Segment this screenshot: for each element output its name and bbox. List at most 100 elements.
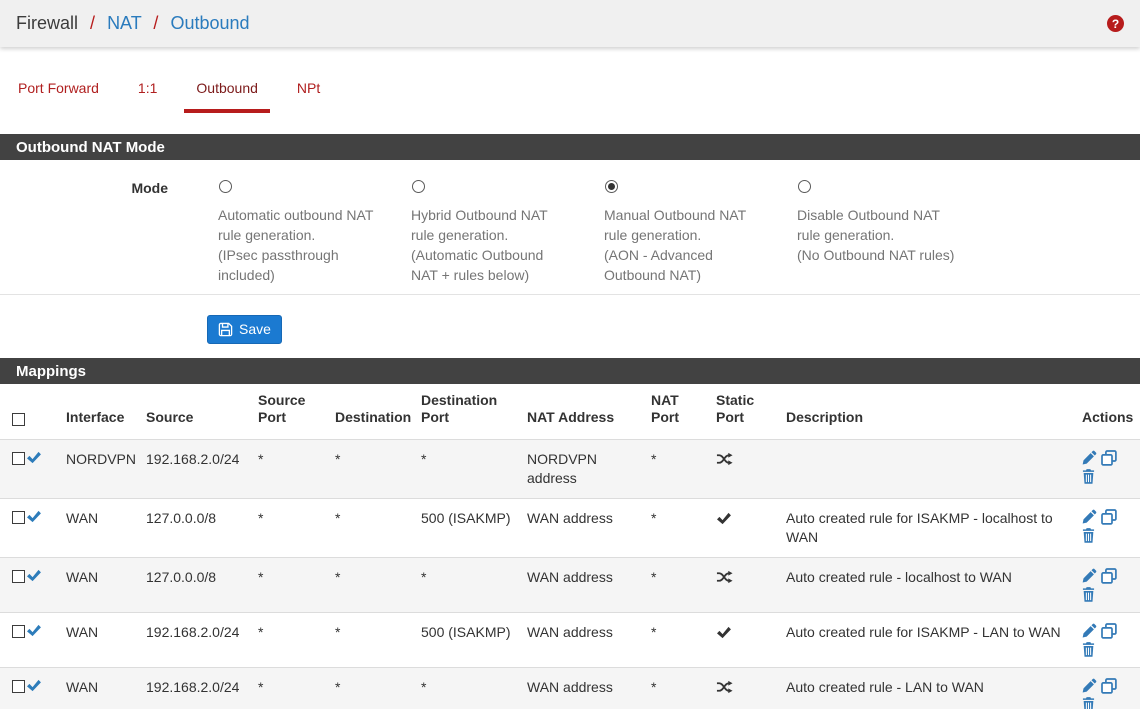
interface-cell: WAN [66, 613, 146, 668]
source-port-cell: * [258, 499, 335, 558]
rule-enabled-check-icon[interactable] [26, 679, 41, 695]
select-row-checkbox[interactable] [12, 511, 25, 524]
rule-enabled-cell[interactable] [26, 499, 66, 558]
copy-rule-icon[interactable] [1101, 509, 1117, 525]
static-port-cell [716, 499, 786, 558]
help-icon[interactable]: ? [1107, 15, 1124, 32]
source-port-cell: * [258, 668, 335, 709]
copy-rule-icon[interactable] [1101, 568, 1117, 584]
tab-outbound[interactable]: Outbound [184, 80, 270, 113]
interface-cell: WAN [66, 558, 146, 613]
rule-enabled-check-icon[interactable] [26, 451, 41, 467]
mode-radio-2[interactable] [605, 180, 618, 193]
mappings-panel: Mappings InterfaceSourceSource PortDesti… [0, 358, 1140, 709]
mappings-table: InterfaceSourceSource PortDestinationDes… [0, 384, 1140, 709]
interface-cell: WAN [66, 668, 146, 709]
row-actions [1082, 678, 1122, 709]
copy-rule-icon[interactable] [1101, 678, 1117, 694]
select-cell [0, 613, 26, 668]
column-header-description: Description [786, 384, 1082, 440]
select-cell [0, 558, 26, 613]
mode-radio-3[interactable] [798, 180, 811, 193]
select-row-checkbox[interactable] [12, 570, 25, 583]
description-cell: Auto created rule for ISAKMP - LAN to WA… [786, 613, 1082, 668]
static-port-cell [716, 440, 786, 499]
select-row-checkbox[interactable] [12, 680, 25, 693]
edit-rule-icon[interactable] [1082, 450, 1097, 466]
select-all-checkbox[interactable] [12, 413, 25, 426]
rule-enabled-cell[interactable] [26, 440, 66, 499]
actions-cell [1082, 558, 1140, 613]
row-actions [1082, 623, 1122, 657]
panel-title: Mappings [0, 358, 1140, 384]
column-header-nat-port: NAT Port [651, 384, 716, 440]
column-header-actions: Actions [1082, 384, 1140, 440]
select-row-checkbox[interactable] [12, 625, 25, 638]
source-cell: 192.168.2.0/24 [146, 613, 258, 668]
interface-cell: WAN [66, 499, 146, 558]
breadcrumb: Firewall / NAT / Outbound [16, 13, 250, 34]
static-port-check-icon [716, 512, 731, 528]
select-row-checkbox[interactable] [12, 452, 25, 465]
column-header-status [26, 384, 66, 440]
nat-address-cell: NORDVPN address [527, 440, 651, 499]
rule-enabled-cell[interactable] [26, 558, 66, 613]
edit-rule-icon[interactable] [1082, 623, 1097, 639]
copy-rule-icon[interactable] [1101, 450, 1117, 466]
rule-enabled-check-icon[interactable] [26, 624, 41, 640]
rule-enabled-cell[interactable] [26, 613, 66, 668]
description-cell: Auto created rule - localhost to WAN [786, 558, 1082, 613]
randomize-port-icon [716, 681, 733, 697]
tab-npt[interactable]: NPt [285, 80, 332, 113]
mode-option-1: Hybrid Outbound NATrule generation.(Auto… [399, 179, 592, 285]
outbound-nat-mode-panel: Outbound NAT Mode Mode Automatic outboun… [0, 134, 1140, 295]
rule-enabled-check-icon[interactable] [26, 569, 41, 585]
description-cell [786, 440, 1082, 499]
delete-rule-icon[interactable] [1082, 587, 1095, 602]
delete-rule-icon[interactable] [1082, 469, 1095, 484]
nat-address-cell: WAN address [527, 613, 651, 668]
edit-rule-icon[interactable] [1082, 568, 1097, 584]
destination-port-cell: * [421, 440, 527, 499]
mode-radio-1[interactable] [412, 180, 425, 193]
source-cell: 192.168.2.0/24 [146, 440, 258, 499]
tab-port-forward[interactable]: Port Forward [6, 80, 111, 113]
source-cell: 127.0.0.0/8 [146, 558, 258, 613]
destination-cell: * [335, 558, 421, 613]
edit-rule-icon[interactable] [1082, 678, 1097, 694]
top-header-bar: Firewall / NAT / Outbound ? [0, 0, 1140, 47]
delete-rule-icon[interactable] [1082, 697, 1095, 709]
edit-rule-icon[interactable] [1082, 509, 1097, 525]
rule-enabled-check-icon[interactable] [26, 510, 41, 526]
nat-address-cell: WAN address [527, 499, 651, 558]
nat-tabs: Port Forward 1:1 Outbound NPt [0, 47, 1140, 113]
breadcrumb-separator: / [153, 13, 158, 33]
breadcrumb-link-nat[interactable]: NAT [107, 13, 141, 33]
destination-cell: * [335, 613, 421, 668]
row-actions [1082, 568, 1122, 602]
mapping-row-3: WAN192.168.2.0/24**500 (ISAKMP)WAN addre… [0, 613, 1140, 668]
rule-enabled-cell[interactable] [26, 668, 66, 709]
nat-port-cell: * [651, 440, 716, 499]
mapping-row-0: NORDVPN192.168.2.0/24***NORDVPN address* [0, 440, 1140, 499]
save-button[interactable]: Save [207, 315, 282, 344]
mode-options: Automatic outbound NATrule generation.(I… [168, 179, 978, 285]
static-port-cell [716, 558, 786, 613]
delete-rule-icon[interactable] [1082, 642, 1095, 657]
destination-port-cell: 500 (ISAKMP) [421, 613, 527, 668]
mode-option-caption: Disable Outbound NATrule generation.(No … [797, 205, 975, 265]
actions-cell [1082, 668, 1140, 709]
breadcrumb-link-outbound[interactable]: Outbound [170, 13, 249, 33]
copy-rule-icon[interactable] [1101, 623, 1117, 639]
mode-radio-0[interactable] [219, 180, 232, 193]
column-header-interface: Interface [66, 384, 146, 440]
source-port-cell: * [258, 613, 335, 668]
source-port-cell: * [258, 558, 335, 613]
column-header-source-port: Source Port [258, 384, 335, 440]
nat-port-cell: * [651, 668, 716, 709]
destination-cell: * [335, 668, 421, 709]
delete-rule-icon[interactable] [1082, 528, 1095, 543]
static-port-check-icon [716, 626, 731, 642]
description-cell: Auto created rule - LAN to WAN [786, 668, 1082, 709]
tab-1-1[interactable]: 1:1 [126, 80, 169, 113]
